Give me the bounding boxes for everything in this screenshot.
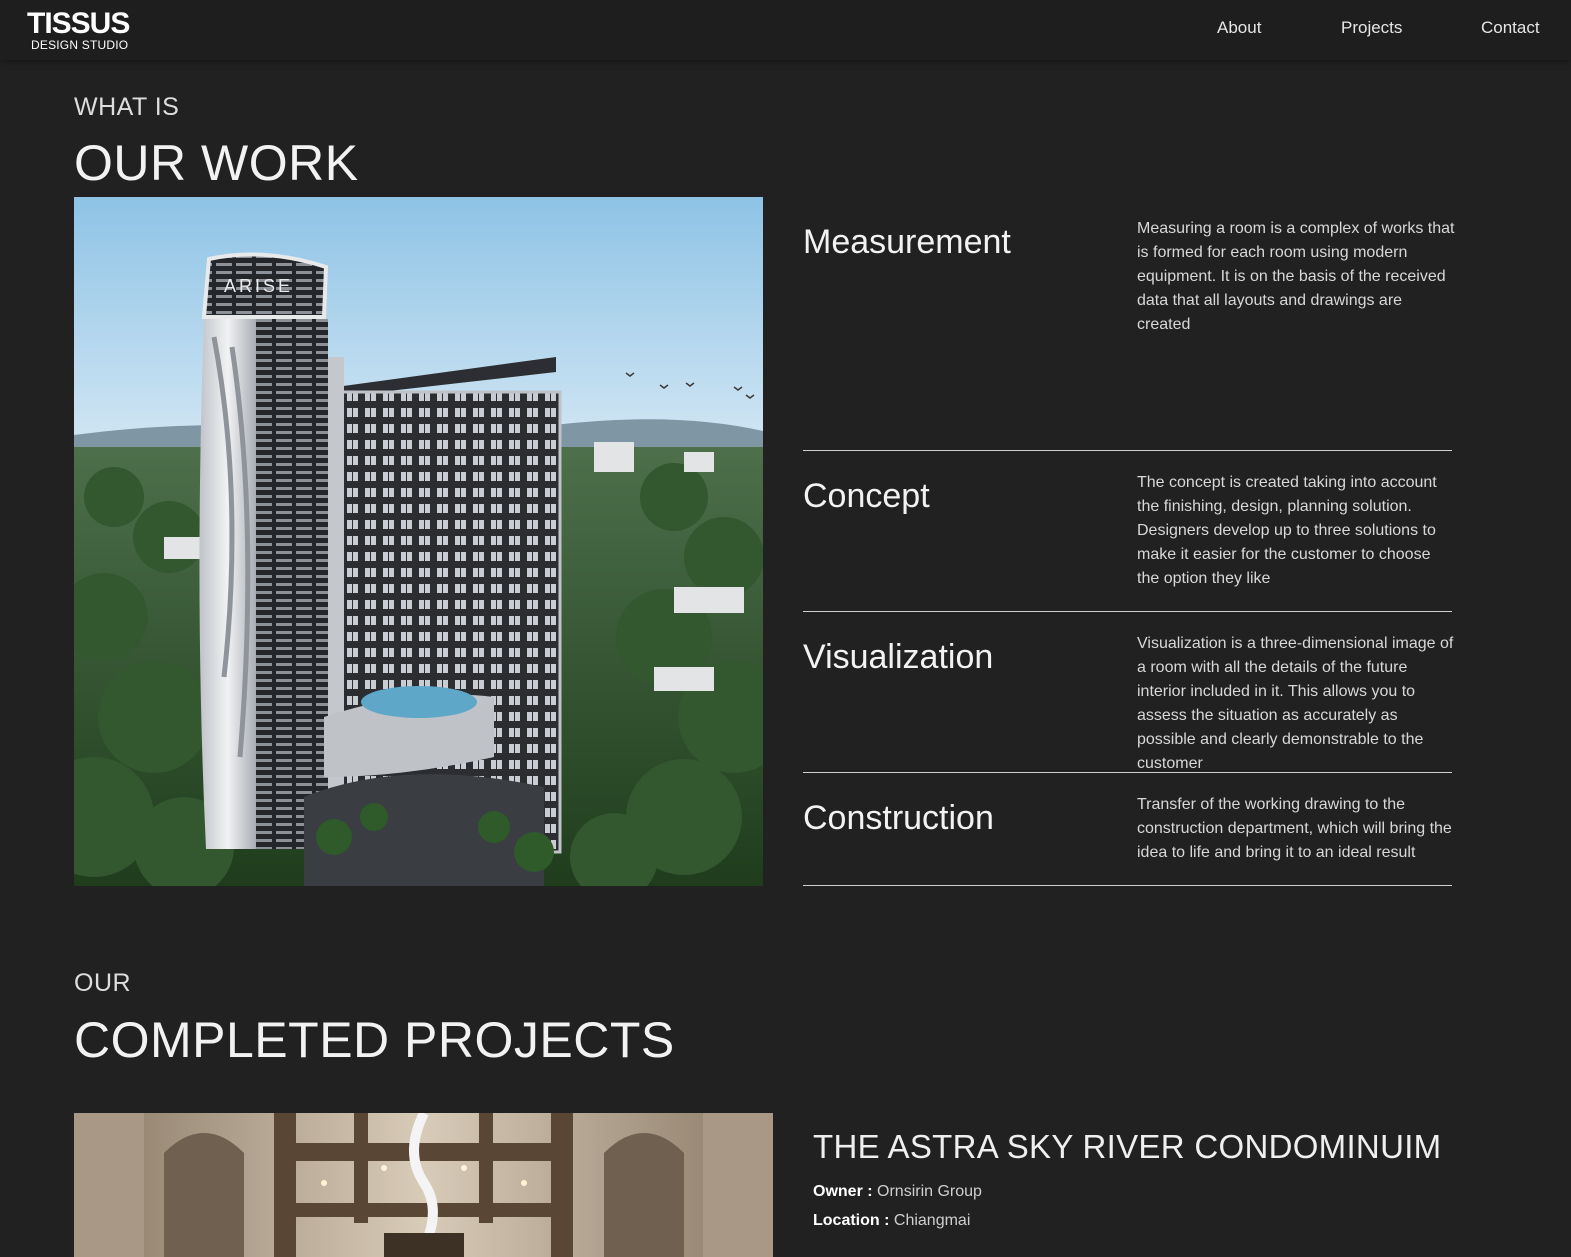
step-measurement: Measurement Measuring a room is a comple… (803, 197, 1455, 451)
project-owner: Owner : Ornsirin Group (813, 1183, 982, 1201)
condominium-illustration: ARISE (74, 197, 763, 886)
step-title: Visualization (803, 638, 994, 676)
projects-heading: COMPLETED PROJECTS (74, 1012, 675, 1068)
projects-eyebrow: OUR (74, 969, 132, 997)
step-description: Transfer of the working drawing to the c… (1137, 796, 1452, 861)
logo-wordmark: TISSUS (27, 7, 130, 40)
hero-building-render: ARISE (74, 197, 763, 886)
owner-value: Ornsirin Group (877, 1183, 982, 1200)
studio-logo[interactable]: TISSUS DESIGN STUDIO (27, 7, 137, 53)
top-navigation-bar: TISSUS DESIGN STUDIO About Projects Cont… (0, 0, 1571, 60)
step-visualization: Visualization Visualization is a three-d… (803, 612, 1454, 773)
step-description: The concept is created taking into accou… (1137, 474, 1437, 587)
step-title: Construction (803, 799, 994, 837)
logo-subtitle: DESIGN STUDIO (31, 38, 129, 52)
location-label: Location : (813, 1212, 890, 1229)
lobby-interior-illustration (74, 1113, 773, 1257)
step-title: Concept (803, 477, 930, 515)
step-title: Measurement (803, 223, 1011, 261)
work-steps-list: Measurement Measuring a room is a comple… (803, 197, 1455, 886)
step-description: Visualization is a three-dimensional ima… (1137, 635, 1454, 772)
project-interior-image[interactable] (74, 1113, 773, 1257)
work-eyebrow: WHAT IS (74, 93, 180, 121)
project-location: Location : Chiangmai (813, 1212, 970, 1230)
step-concept: Concept The concept is created taking in… (803, 451, 1452, 612)
nav-link-contact[interactable]: Contact (1481, 18, 1540, 38)
nav-link-about[interactable]: About (1217, 18, 1261, 38)
location-value: Chiangmai (893, 1212, 971, 1229)
nav-link-projects[interactable]: Projects (1341, 18, 1402, 38)
building-sign-text: ARISE (224, 276, 293, 296)
work-heading: OUR WORK (74, 135, 359, 191)
project-title[interactable]: THE ASTRA SKY RIVER CONDOMINUIM (813, 1128, 1441, 1166)
owner-label: Owner : (813, 1183, 873, 1200)
step-description: Measuring a room is a complex of works t… (1137, 220, 1455, 333)
step-construction: Construction Transfer of the working dra… (803, 773, 1452, 886)
